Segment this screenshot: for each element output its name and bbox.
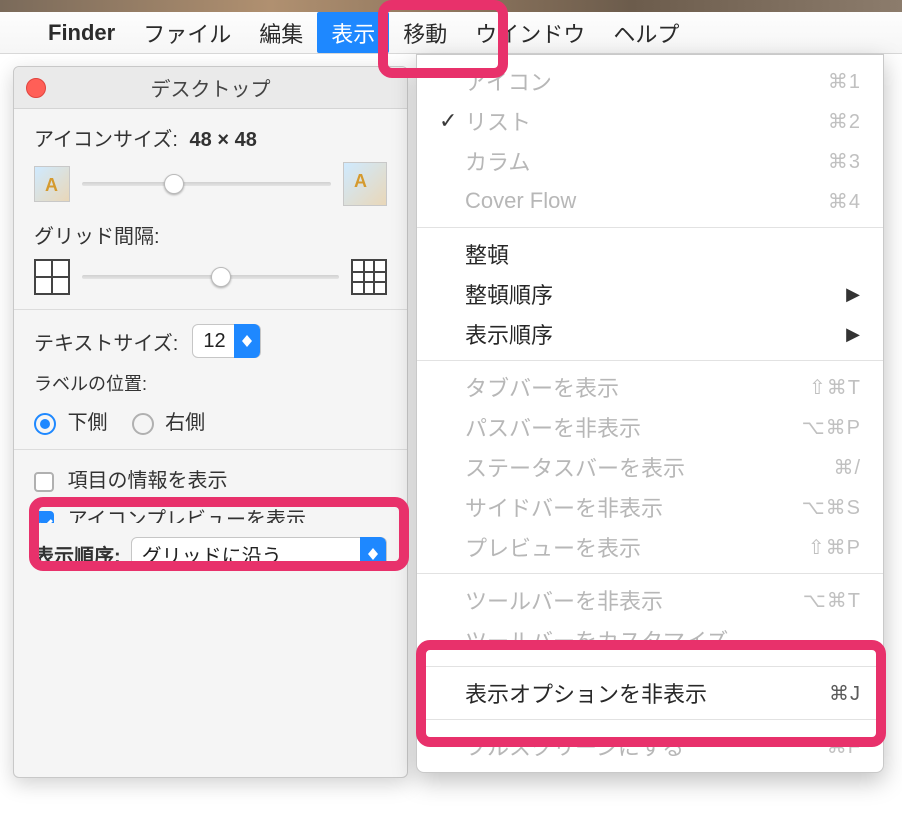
menu-item-label: タブバーを表示 <box>465 371 809 403</box>
menu-item-label: 表示オプションを非表示 <box>465 677 829 709</box>
radio-icon <box>132 413 154 435</box>
menu-item-shortcut: ^⌘F <box>816 734 861 759</box>
grid-large-icon <box>351 259 387 295</box>
menu-item: サイドバーを非表示⌥⌘S <box>417 487 883 527</box>
icon-size-label: アイコンサイズ: <box>34 129 178 151</box>
desktop-background-strip <box>0 0 902 12</box>
menu-item-label: ツールバーをカスタマイズ… <box>465 624 861 656</box>
view-dropdown-menu: アイコン⌘1✓リスト⌘2カラム⌘3Cover Flow⌘4整頓整頓順序▶表示順序… <box>416 54 884 773</box>
grid-small-icon <box>34 259 70 295</box>
menu-item: ツールバーを非表示⌥⌘T <box>417 580 883 620</box>
menu-item: ツールバーをカスタマイズ… <box>417 620 883 660</box>
menu-item-label: フルスクリーンにする <box>465 730 816 762</box>
menu-edit[interactable]: 編集 <box>245 12 317 53</box>
view-options-panel: デスクトップ アイコンサイズ: 48 × 48 グリッド間隔: <box>13 66 408 778</box>
menu-item-label: リスト <box>465 105 828 137</box>
menu-item-label: パスバーを非表示 <box>465 411 802 443</box>
menu-item: ✓リスト⌘2 <box>417 101 883 141</box>
menu-item: プレビューを表示⇧⌘P <box>417 527 883 567</box>
menu-item: パスバーを非表示⌥⌘P <box>417 407 883 447</box>
sort-by-value: グリッドに沿う <box>142 540 282 569</box>
menu-item-shortcut: ▶ <box>846 284 861 305</box>
menu-item-label: プレビューを表示 <box>465 531 808 563</box>
menu-item-shortcut: ⌘1 <box>828 69 861 94</box>
icon-size-slider[interactable] <box>82 172 331 196</box>
stepper-icon[interactable] <box>234 324 260 358</box>
menu-item: タブバーを表示⇧⌘T <box>417 367 883 407</box>
menu-item-label: 整頓順序 <box>465 278 846 310</box>
menu-item-shortcut: ⌘/ <box>833 455 861 480</box>
panel-title: デスクトップ <box>151 73 271 102</box>
menu-item-label: 表示順序 <box>465 318 846 350</box>
radio-icon <box>34 413 56 435</box>
menu-item: アイコン⌘1 <box>417 61 883 101</box>
label-position-label: ラベルの位置: <box>34 374 147 394</box>
menu-help[interactable]: ヘルプ <box>599 12 693 53</box>
label-pos-bottom[interactable]: 下側 <box>34 406 108 435</box>
show-icon-preview[interactable]: アイコンプレビューを表示 <box>34 503 387 523</box>
menu-go[interactable]: 移動 <box>389 12 461 53</box>
app-name[interactable]: Finder <box>34 12 129 53</box>
menu-item: フルスクリーンにする^⌘F <box>417 726 883 766</box>
menu-item-shortcut: ⌘4 <box>828 189 861 214</box>
menu-file[interactable]: ファイル <box>129 12 245 53</box>
menu-view[interactable]: 表示 <box>317 12 389 53</box>
panel-titlebar[interactable]: デスクトップ <box>14 67 407 109</box>
sort-by-select[interactable]: グリッドに沿う <box>131 537 387 571</box>
menu-item-label: サイドバーを非表示 <box>465 491 802 523</box>
text-size-select[interactable]: 12 <box>192 324 260 358</box>
check-mark-icon: ✓ <box>439 108 465 134</box>
menu-item[interactable]: 表示オプションを非表示⌘J <box>417 673 883 713</box>
menu-item-label: アイコン <box>465 65 828 97</box>
menu-item-label: ツールバーを非表示 <box>465 584 803 616</box>
menu-item[interactable]: 表示順序▶ <box>417 314 883 354</box>
menu-item-shortcut: ⌘2 <box>828 109 861 134</box>
menu-item-shortcut: ▶ <box>846 324 861 345</box>
checkbox-icon <box>34 511 54 523</box>
grid-spacing-slider[interactable] <box>82 265 339 289</box>
menubar: Finder ファイル 編集 表示 移動 ウインドウ ヘルプ <box>0 12 902 54</box>
grid-spacing-label: グリッド間隔: <box>34 226 160 248</box>
menu-item-shortcut: ⇧⌘T <box>809 375 861 400</box>
menu-item: カラム⌘3 <box>417 141 883 181</box>
menu-item-shortcut: ⇧⌘P <box>808 535 861 560</box>
menu-item[interactable]: 整頓順序▶ <box>417 274 883 314</box>
menu-item-shortcut: ⌘3 <box>828 149 861 174</box>
stepper-icon[interactable] <box>360 537 386 571</box>
menu-item[interactable]: 整頓 <box>417 234 883 274</box>
menu-item: ステータスバーを表示⌘/ <box>417 447 883 487</box>
checkbox-icon <box>34 472 54 492</box>
menu-item-shortcut: ⌥⌘T <box>803 588 861 613</box>
show-item-info[interactable]: 項目の情報を表示 <box>34 464 387 493</box>
label-pos-right[interactable]: 右側 <box>132 406 206 435</box>
text-size-label: テキストサイズ: <box>34 327 178 356</box>
icon-size-value: 48 × 48 <box>190 129 257 151</box>
menu-item-label: 整頓 <box>465 238 861 270</box>
menu-item-label: Cover Flow <box>465 188 828 214</box>
menu-item-shortcut: ⌥⌘S <box>802 495 861 520</box>
menu-item-label: カラム <box>465 145 828 177</box>
close-button[interactable] <box>26 78 46 98</box>
menu-item-shortcut: ⌥⌘P <box>802 415 861 440</box>
sort-by-label: 表示順序: <box>34 540 121 569</box>
icon-size-small-preview <box>34 166 70 202</box>
menu-item-label: ステータスバーを表示 <box>465 451 833 483</box>
menu-item: Cover Flow⌘4 <box>417 181 883 221</box>
icon-size-large-preview <box>343 162 387 206</box>
text-size-value: 12 <box>203 330 225 353</box>
menu-item-shortcut: ⌘J <box>829 681 861 706</box>
menu-window[interactable]: ウインドウ <box>461 12 599 53</box>
